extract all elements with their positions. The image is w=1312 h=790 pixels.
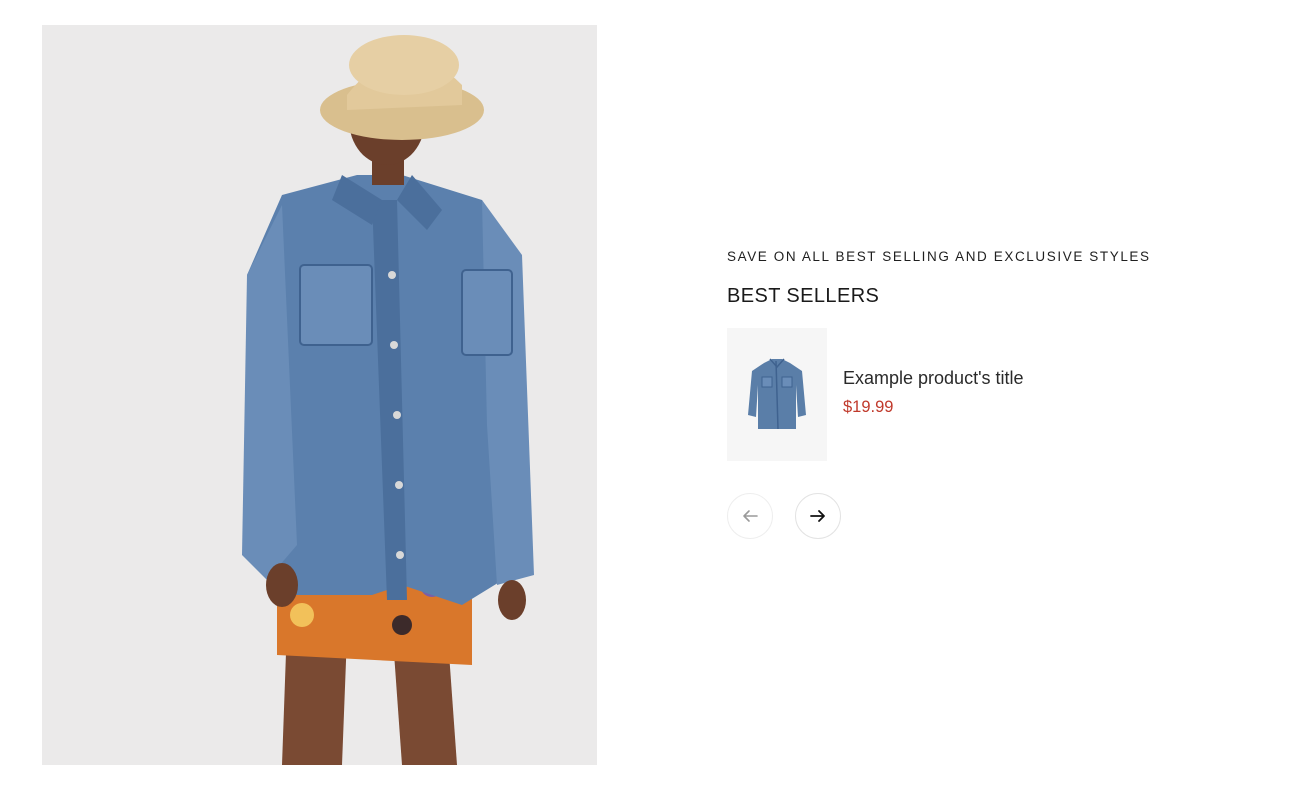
arrow-right-icon	[810, 510, 825, 522]
product-info: Example product's title $19.99	[843, 367, 1024, 418]
section-heading: BEST SELLERS	[727, 285, 880, 307]
page: SAVE ON ALL BEST SELLING AND EXCLUSIVE S…	[0, 0, 1312, 790]
product-price: $19.99	[843, 398, 894, 416]
best-sellers-section: SAVE ON ALL BEST SELLING AND EXCLUSIVE S…	[727, 248, 1247, 539]
product-card[interactable]: Example product's title $19.99	[727, 328, 1247, 461]
product-title[interactable]: Example product's title	[843, 367, 1024, 389]
section-eyebrow: SAVE ON ALL BEST SELLING AND EXCLUSIVE S…	[727, 249, 1151, 264]
denim-jacket-image	[748, 358, 806, 429]
product-thumbnail[interactable]	[727, 328, 827, 461]
arrow-left-icon	[743, 510, 758, 522]
previous-button[interactable]	[727, 493, 773, 539]
next-button[interactable]	[795, 493, 841, 539]
carousel-navigation	[727, 493, 1247, 539]
hero-image	[42, 25, 597, 765]
